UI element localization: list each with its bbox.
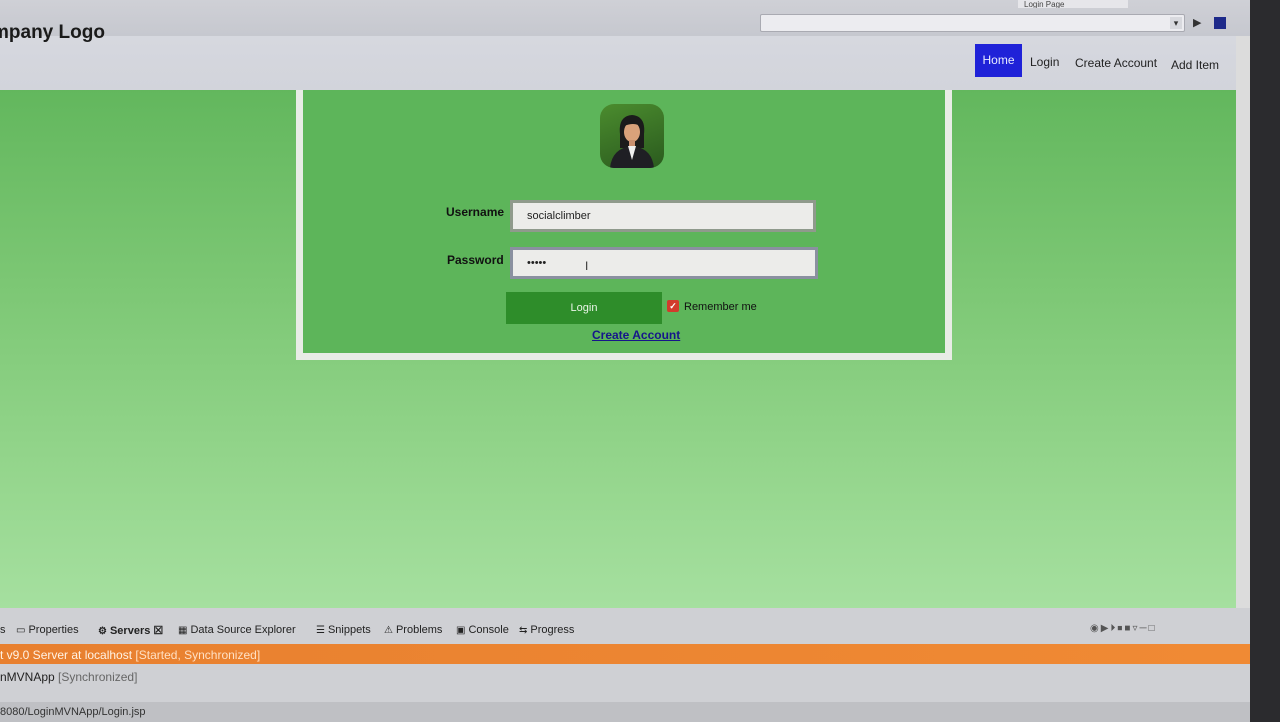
monitor-bezel [1250,0,1280,722]
username-label: Username [446,205,505,219]
run-icon[interactable]: ▶ [1193,16,1201,29]
servers-icon: ⚙ [98,626,107,637]
browser-toolbar: Login Page ▾ ▶ [0,0,1250,36]
tab-properties[interactable]: ▭ Properties [16,624,79,636]
tab-properties-label: Properties [28,624,79,636]
remember-me-label[interactable]: Remember me [684,301,757,313]
tab-console[interactable]: ▣ Console [456,624,509,636]
create-account-link[interactable]: Create Account [592,328,680,342]
nav-add-item-button[interactable]: Add Item [1171,58,1219,72]
tab-servers[interactable]: ⚙ Servers ☒ [98,624,163,637]
problems-icon: ⚠ [384,625,393,636]
app-name: nMVNApp [0,670,55,684]
monitor-screen: mpany Logo Home Login Create Account Add… [0,0,1250,706]
server-status: [Started, Synchronized] [135,648,261,662]
tab-prefix: s [0,624,6,636]
tab-snippets-label: Snippets [327,624,371,636]
properties-icon: ▭ [16,625,26,636]
panel-toolbar-icons[interactable]: ◉▶⏵⏹■▿─□ [1090,623,1157,634]
tab-servers-label: Servers [109,625,151,637]
nav-login-button[interactable]: Login [1030,55,1059,69]
progress-icon: ⇆ [519,625,528,636]
web-page: mpany Logo Home Login Create Account Add… [0,0,1236,612]
tab-problems-label: Problems [395,624,443,636]
ide-servers-panel: s ▭ Properties ⚙ Servers ☒ ▦ Data Source Ex… [0,608,1250,706]
tab-login-page[interactable]: Login Page [1018,0,1128,8]
tab-console-label: Console [468,624,509,636]
tab-data-source-explorer[interactable]: ▦ Data Source Explorer [178,624,296,636]
user-avatar-icon [600,104,664,168]
url-bar[interactable]: ▾ [760,14,1185,32]
status-url: 8080/LoginMVNApp/Login.jsp [0,706,146,718]
tab-problems[interactable]: ⚠ Problems [384,624,442,636]
password-label: Password [447,253,504,267]
app-row[interactable]: nMVNApp [Synchronized] [0,670,137,684]
navbar-band: mpany Logo Home Login Create Account Add… [0,22,1236,90]
tab-data-source-label: Data Source Explorer [190,624,296,636]
text-cursor-icon: I [585,259,589,273]
status-bar: 8080/LoginMVNApp/Login.jsp [0,702,1250,722]
login-button[interactable]: Login [506,292,662,324]
tab-snippets[interactable]: ☰ Snippets [316,624,371,636]
close-icon[interactable]: ☒ [153,625,163,637]
company-logo-text[interactable]: mpany Logo [0,22,105,44]
password-input[interactable] [510,247,818,279]
nav-home-button[interactable]: Home [975,44,1022,77]
remember-me-checkbox[interactable]: ✓ [667,300,679,312]
snippets-icon: ☰ [316,625,325,636]
chevron-down-icon[interactable]: ▾ [1170,17,1182,29]
panel-tab-bar: s ▭ Properties ⚙ Servers ☒ ▦ Data Source Ex… [0,620,1250,642]
login-card: Username Password I Login ✓ Remember me … [296,80,952,360]
server-row[interactable]: t v9.0 Server at localhost [Started, Syn… [0,644,1250,664]
username-input[interactable] [510,200,816,232]
tab-progress-label: Progress [530,624,575,636]
stop-icon[interactable] [1214,17,1226,29]
nav-create-account-button[interactable]: Create Account [1075,56,1157,70]
tab-progress[interactable]: ⇆ Progress [519,624,574,636]
console-icon: ▣ [456,625,466,636]
app-status: [Synchronized] [58,670,138,684]
server-row-text: t v9.0 Server at localhost [Started, Syn… [0,648,260,662]
server-name: t v9.0 Server at localhost [0,648,133,662]
database-icon: ▦ [178,625,188,636]
